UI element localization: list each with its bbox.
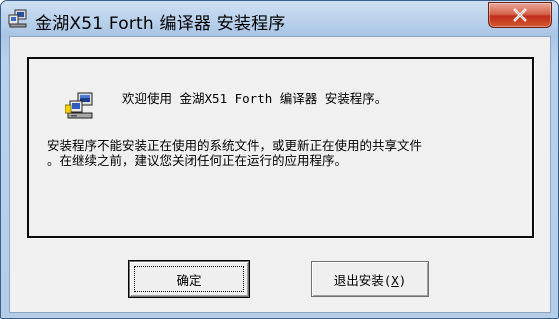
exit-setup-button[interactable]: 退出安装(X) [311,261,429,297]
title-bar[interactable]: 金湖X51 Forth 编译器 安装程序 [1,1,558,37]
warning-message: 安装程序不能安装正在使用的系统文件，或更新正在使用的共享文件 。在继续之前，建议… [47,138,517,168]
focus-rectangle [134,266,244,292]
message-panel: 欢迎使用 金湖X51 Forth 编译器 安装程序。 安装程序不能安装正在使用的… [27,57,534,238]
close-button[interactable] [488,2,552,28]
window-title: 金湖X51 Forth 编译器 安装程序 [35,14,286,34]
installer-window: 金湖X51 Forth 编译器 安装程序 欢迎使用 金湖X51 Forth 编译… [0,0,559,319]
warning-line: 安装程序不能安装正在使用的系统文件，或更新正在使用的共享文件 [47,138,423,153]
exit-button-hotkey: X [391,272,399,288]
warning-line: 。在继续之前，建议您关闭任何正在运行的应用程序。 [47,153,348,168]
ok-button[interactable]: 确定 [128,260,250,298]
close-x-icon [513,8,527,22]
welcome-message: 欢迎使用 金湖X51 Forth 编译器 安装程序。 [122,91,388,106]
setup-app-icon [8,9,27,28]
dialog-body: 欢迎使用 金湖X51 Forth 编译器 安装程序。 安装程序不能安装正在使用的… [9,36,551,313]
setup-computer-icon [65,92,93,119]
exit-button-label: 退出安装(X) [333,272,407,288]
